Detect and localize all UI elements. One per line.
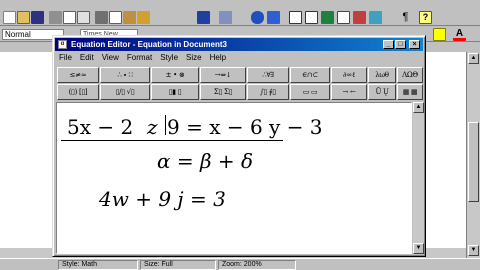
menu-edit[interactable]: Edit: [76, 52, 98, 64]
preview-icon[interactable]: [63, 11, 76, 24]
map-icon[interactable]: [369, 11, 382, 24]
word-menubar: [0, 0, 480, 10]
maximize-button[interactable]: □: [395, 40, 406, 49]
status-bar: Style: Math Size: Full Zoom: 200%: [0, 258, 480, 270]
equation-editor-menubar: File Edit View Format Style Size Help: [55, 52, 423, 64]
minimize-button[interactable]: _: [383, 40, 394, 49]
equation-editor-window: α Equation Editor - Equation in Document…: [52, 35, 426, 257]
equation-line-1-left[interactable]: 5x − 2: [67, 115, 133, 139]
print-icon[interactable]: [49, 11, 62, 24]
fraction-radical-templates-button[interactable]: ▯/▯ √▯: [100, 84, 150, 100]
misc-symbols-button[interactable]: ∂∞ℓ: [331, 67, 367, 83]
close-button[interactable]: ×: [409, 40, 420, 49]
scroll-thumb[interactable]: [468, 122, 479, 202]
equation-line-2[interactable]: α = β + δ: [157, 149, 253, 173]
cut-icon[interactable]: [95, 11, 108, 24]
symbol-palette: ≤≠≈ ∴ ∙ ∷ ± • ⊗ →⇔↓ ∴∀∃ ∈∩⊂ ∂∞ℓ λωθ ΛΩΘ: [57, 67, 423, 83]
insert-table-icon[interactable]: [305, 11, 318, 24]
open-icon[interactable]: [17, 11, 30, 24]
logical-symbols-button[interactable]: ∴∀∃: [247, 67, 289, 83]
equation-editing-area[interactable]: 5x − 2 z 9 = x − 6 y − 3 α = β + δ 4w + …: [56, 102, 412, 254]
spelling-icon[interactable]: [77, 11, 90, 24]
font-color-icon[interactable]: A: [453, 28, 466, 41]
arrow-symbols-button[interactable]: →⇔↓: [200, 67, 246, 83]
products-set-theory-templates-button[interactable]: Ū Ų: [368, 84, 396, 100]
selection-underline: [61, 140, 283, 141]
redo-icon[interactable]: [219, 11, 232, 24]
save-icon[interactable]: [31, 11, 44, 24]
window-title: Equation Editor - Equation in Document3: [71, 40, 227, 49]
paste-icon[interactable]: [123, 11, 136, 24]
menu-format[interactable]: Format: [123, 52, 156, 64]
fence-templates-button[interactable]: (▯) [▯]: [57, 84, 99, 100]
spaces-ellipses-button[interactable]: ∴ ∙ ∷: [100, 67, 150, 83]
labeled-arrow-templates-button[interactable]: → ←: [331, 84, 367, 100]
columns-icon[interactable]: [337, 11, 350, 24]
status-style: Style: Math: [58, 260, 138, 270]
underbar-overbar-templates-button[interactable]: ▭ ▭: [290, 84, 330, 100]
title-bar[interactable]: α Equation Editor - Equation in Document…: [55, 38, 423, 51]
insertion-cursor: [165, 115, 166, 135]
highlight-icon[interactable]: [433, 28, 446, 41]
new-icon[interactable]: [3, 11, 16, 24]
hyperlink-icon[interactable]: [251, 11, 264, 24]
ee-scroll-up-icon[interactable]: ▲: [413, 102, 424, 113]
tables-icon[interactable]: [289, 11, 302, 24]
format-painter-icon[interactable]: [137, 11, 150, 24]
scroll-up-icon[interactable]: ▲: [468, 53, 479, 64]
drawing-icon[interactable]: [353, 11, 366, 24]
menu-view[interactable]: View: [98, 52, 123, 64]
status-zoom: Zoom: 200%: [218, 260, 296, 270]
status-size: Size: Full: [140, 260, 216, 270]
operator-symbols-button[interactable]: ± • ⊗: [151, 67, 199, 83]
menu-size[interactable]: Size: [182, 52, 206, 64]
greek-uppercase-button[interactable]: ΛΩΘ: [397, 67, 423, 83]
greek-lowercase-button[interactable]: λωθ: [368, 67, 396, 83]
web-icon[interactable]: [267, 11, 280, 24]
equation-line-3[interactable]: 4w + 9 j = 3: [99, 187, 226, 211]
subscript-superscript-templates-button[interactable]: ▯▮ ▯: [151, 84, 199, 100]
template-palette: (▯) [▯] ▯/▯ √▯ ▯▮ ▯ Σ▯ Σ▯ ∫▯ ∮▯ ▭ ▭ → ← …: [57, 84, 423, 100]
menu-style[interactable]: Style: [156, 52, 182, 64]
matrix-templates-button[interactable]: ▦ ▦: [397, 84, 423, 100]
show-hide-icon[interactable]: ¶: [399, 11, 412, 24]
scroll-down-icon[interactable]: ▼: [468, 245, 479, 256]
word-standard-toolbar: ¶ ?: [0, 10, 480, 26]
copy-icon[interactable]: [109, 11, 122, 24]
summation-templates-button[interactable]: Σ▯ Σ▯: [200, 84, 246, 100]
undo-icon[interactable]: [197, 11, 210, 24]
equation-line-1-mid[interactable]: z: [147, 115, 158, 139]
excel-icon[interactable]: [321, 11, 334, 24]
set-theory-symbols-button[interactable]: ∈∩⊂: [290, 67, 330, 83]
help-icon[interactable]: ?: [419, 11, 432, 24]
equation-line-1-right[interactable]: 9 = x − 6 y − 3: [167, 115, 323, 139]
equation-editor-scrollbar[interactable]: ▲ ▼: [413, 102, 424, 254]
relational-symbols-button[interactable]: ≤≠≈: [57, 67, 99, 83]
menu-file[interactable]: File: [55, 52, 76, 64]
word-vertical-scrollbar[interactable]: ▲ ▼: [466, 52, 480, 258]
integral-templates-button[interactable]: ∫▯ ∮▯: [247, 84, 289, 100]
equation-editor-icon[interactable]: α: [58, 40, 67, 49]
menu-help[interactable]: Help: [206, 52, 230, 64]
ee-scroll-down-icon[interactable]: ▼: [413, 243, 424, 254]
